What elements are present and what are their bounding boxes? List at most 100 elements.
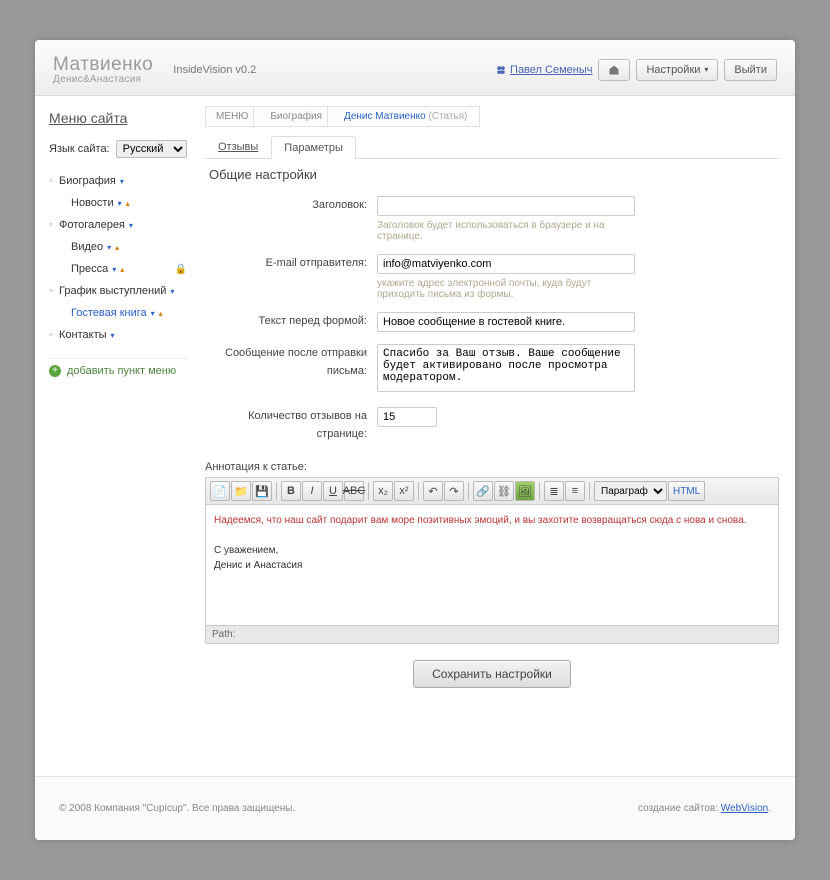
- email-help: укажите адрес электронной почты, куда бу…: [377, 278, 637, 300]
- menu-item-gallery[interactable]: Фотогалерея ▾: [49, 214, 187, 236]
- title-input[interactable]: [377, 196, 635, 216]
- chevron-up-icon: ▴: [159, 309, 163, 318]
- toolbar-sup-icon[interactable]: x²: [394, 481, 414, 501]
- title-label: Заголовок:: [209, 196, 377, 242]
- toolbar-separator: [539, 482, 540, 500]
- title-help: Заголовок будет использоваться в браузер…: [377, 220, 637, 242]
- toolbar-undo-icon[interactable]: ↶: [423, 481, 443, 501]
- editor-path: Path:: [206, 625, 778, 643]
- menu-item-press[interactable]: Пресса ▾▴🔒: [49, 258, 187, 280]
- save-button[interactable]: Сохранить настройки: [413, 660, 571, 688]
- chevron-up-icon: ▴: [115, 243, 119, 252]
- settings-form: Заголовок: Заголовок будет использоватьс…: [205, 196, 779, 443]
- logout-button[interactable]: Выйти: [724, 59, 777, 81]
- menu-item-news[interactable]: Новости ▾▴: [49, 192, 187, 214]
- toolbar-image-icon[interactable]: 🖼: [515, 481, 535, 501]
- toolbar-ol-icon[interactable]: ≡: [565, 481, 585, 501]
- menu-item-video[interactable]: Видео ▾▴: [49, 236, 187, 258]
- home-button[interactable]: [598, 59, 630, 81]
- pretext-input[interactable]: [377, 312, 635, 332]
- plus-icon: +: [49, 365, 61, 377]
- toolbar-unlink-icon[interactable]: ⛓: [494, 481, 514, 501]
- chevron-up-icon: ▴: [120, 265, 124, 274]
- home-icon: [608, 64, 620, 76]
- lock-icon: 🔒: [175, 264, 187, 275]
- logout-label: Выйти: [734, 64, 767, 76]
- email-input[interactable]: [377, 254, 635, 274]
- count-label: Количество отзывов на странице:: [209, 407, 377, 443]
- user-name: Павел Семеныч: [510, 64, 592, 76]
- toolbar-sub-icon[interactable]: x₂: [373, 481, 393, 501]
- toolbar-separator: [418, 482, 419, 500]
- chevron-down-icon: ▾: [107, 243, 111, 252]
- toolbar-open-icon[interactable]: 📁: [231, 481, 251, 501]
- toolbar-new-icon[interactable]: 📄: [210, 481, 230, 501]
- tab-reviews[interactable]: Отзывы: [205, 135, 271, 158]
- pretext-label: Текст перед формой:: [209, 312, 377, 332]
- tab-params[interactable]: Параметры: [271, 136, 356, 159]
- menu-item-contacts[interactable]: Контакты ▾: [49, 324, 187, 346]
- chevron-down-icon: ▾: [111, 331, 115, 340]
- format-select[interactable]: Параграф: [594, 481, 667, 501]
- app-title: InsideVision v0.2: [173, 64, 256, 76]
- settings-label: Настройки: [646, 64, 700, 76]
- toolbar-italic-icon[interactable]: I: [302, 481, 322, 501]
- settings-button[interactable]: Настройки ▾: [636, 59, 718, 81]
- annotation-title: Аннотация к статье:: [205, 461, 779, 473]
- copyright: © 2008 Компания "Cupicup". Все права защ…: [59, 803, 295, 814]
- lang-select[interactable]: Русский: [116, 140, 187, 158]
- editor-body[interactable]: Надеемся, что наш сайт подарит вам море …: [206, 505, 778, 625]
- toolbar-link-icon[interactable]: 🔗: [473, 481, 493, 501]
- editor-line-2: С уважением,: [214, 543, 770, 558]
- editor-line-1: Надеемся, что наш сайт подарит вам море …: [214, 513, 770, 528]
- toolbar-bold-icon[interactable]: B: [281, 481, 301, 501]
- chevron-down-icon: ▾: [151, 309, 155, 318]
- tabs: Отзывы Параметры: [205, 135, 779, 159]
- toolbar-separator: [276, 482, 277, 500]
- logo-line2: Денис&Анастасия: [53, 74, 153, 85]
- menu-item-schedule[interactable]: График выступлений ▾: [49, 280, 187, 302]
- breadcrumbs: МЕНЮ Биография Денис Матвиенко (Статья): [205, 106, 779, 127]
- toolbar-separator: [468, 482, 469, 500]
- email-label: E-mail отправителя:: [209, 254, 377, 300]
- logo: Матвиенко Денис&Анастасия: [53, 54, 153, 85]
- footer-credit-text: создание сайтов:: [638, 803, 721, 814]
- toolbar-ul-icon[interactable]: ≣: [544, 481, 564, 501]
- chevron-down-icon: ▾: [129, 221, 133, 230]
- sidebar-title: Меню сайта: [49, 110, 187, 132]
- footer-credit-link[interactable]: WebVision: [721, 803, 768, 814]
- user-link[interactable]: Павел Семеныч: [496, 64, 592, 76]
- logo-line1: Матвиенко: [53, 54, 153, 76]
- chevron-down-icon: ▾: [112, 265, 116, 274]
- chevron-up-icon: ▴: [126, 199, 130, 208]
- section-title: Общие настройки: [209, 167, 779, 182]
- toolbar-html-button[interactable]: HTML: [668, 481, 705, 501]
- chevron-down-icon: ▾: [120, 177, 124, 186]
- sidebar: Меню сайта Язык сайта: Русский Биография…: [35, 96, 199, 776]
- user-icon: [496, 65, 506, 75]
- menu-item-biography[interactable]: Биография ▾: [49, 170, 187, 192]
- content: МЕНЮ Биография Денис Матвиенко (Статья) …: [199, 96, 795, 776]
- toolbar-separator: [589, 482, 590, 500]
- header: Матвиенко Денис&Анастасия InsideVision v…: [35, 40, 795, 96]
- add-menu-item[interactable]: + добавить пункт меню: [49, 358, 187, 377]
- aftermsg-textarea[interactable]: Спасибо за Ваш отзыв. Ваше сообщение буд…: [377, 344, 635, 392]
- menu-item-guestbook[interactable]: Гостевая книга ▾▴: [49, 302, 187, 324]
- count-input[interactable]: [377, 407, 437, 427]
- aftermsg-label: Сообщение после отправки письма:: [209, 344, 377, 395]
- toolbar-underline-icon[interactable]: U: [323, 481, 343, 501]
- lang-label: Язык сайта:: [49, 143, 110, 155]
- editor-line-3: Денис и Анастасия: [214, 558, 770, 573]
- sidebar-menu: Биография ▾ Новости ▾▴ Фотогалерея ▾ Вид…: [49, 170, 187, 346]
- chevron-down-icon: ▾: [118, 199, 122, 208]
- toolbar-redo-icon[interactable]: ↷: [444, 481, 464, 501]
- toolbar-strike-icon[interactable]: ABC: [344, 481, 364, 501]
- crumb-current: Денис Матвиенко (Статья): [327, 106, 480, 127]
- chevron-down-icon: ▾: [170, 287, 174, 296]
- crumb-biography[interactable]: Биография: [253, 106, 335, 127]
- footer: © 2008 Компания "Cupicup". Все права защ…: [35, 776, 795, 840]
- toolbar-save-icon[interactable]: 💾: [252, 481, 272, 501]
- add-menu-label: добавить пункт меню: [67, 365, 176, 377]
- chevron-down-icon: ▾: [704, 65, 708, 74]
- rich-text-editor: 📄 📁 💾 B I U ABC x₂ x² ↶ ↷ 🔗 ⛓: [205, 477, 779, 644]
